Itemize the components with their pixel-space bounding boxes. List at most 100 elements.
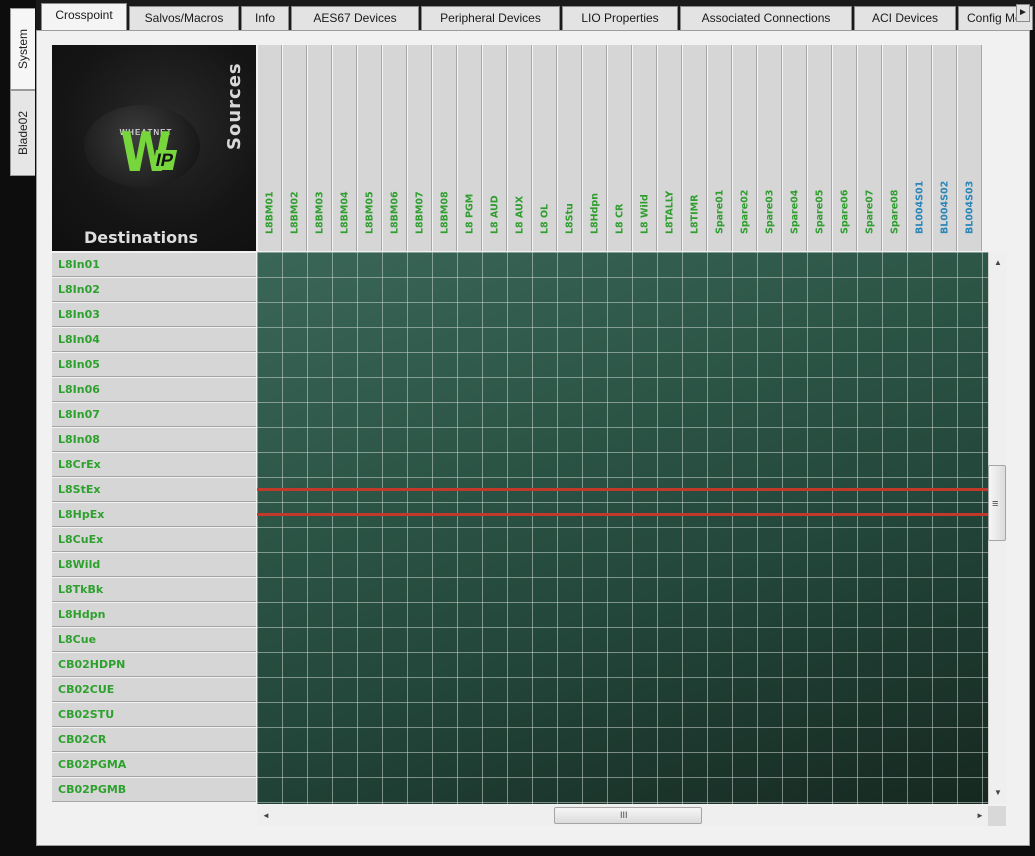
tab-salvos-macros[interactable]: Salvos/Macros [129,6,239,30]
source-column-header[interactable]: L8 AUD [482,45,507,251]
side-tab-system[interactable]: System [10,8,35,90]
source-column-header[interactable]: Spare07 [857,45,882,251]
destination-row-header[interactable]: L8CrEx [52,452,256,477]
tab-lio-properties[interactable]: LIO Properties [562,6,678,30]
destination-row-header[interactable]: L8Hdpn [52,602,256,627]
destination-row-header[interactable]: L8In01 [52,252,256,277]
source-label: L8BM08 [439,191,450,234]
source-column-header[interactable]: Spare01 [707,45,732,251]
source-label: Spare02 [739,189,750,234]
source-label: L8Hdpn [589,193,600,234]
source-column-header[interactable]: L8BM08 [432,45,457,251]
destination-row-header[interactable]: L8In03 [52,302,256,327]
source-label: Spare08 [889,189,900,234]
source-column-header[interactable]: Spare02 [732,45,757,251]
destination-row-header[interactable]: L8TkBk [52,577,256,602]
tab-crosspoint[interactable]: Crosspoint [41,3,127,31]
destination-row-header[interactable]: CB02STU [52,702,256,727]
destination-label: L8Hdpn [58,608,106,621]
destination-row-header[interactable]: CB02PGMA [52,752,256,777]
source-column-header[interactable]: L8BM05 [357,45,382,251]
destination-row-header[interactable]: L8In07 [52,402,256,427]
tab-scroll-right-icon[interactable]: ► [1016,4,1030,22]
source-column-header[interactable]: BL004S03 [957,45,982,251]
side-tab-blade02[interactable]: Blade02 [10,90,35,176]
source-column-header[interactable]: L8 OL [532,45,557,251]
destination-label: L8HpEx [58,508,105,521]
destination-label: CB02CUE [58,683,115,696]
source-label: L8 AUD [489,195,500,234]
source-column-header[interactable]: L8BM06 [382,45,407,251]
destination-row-header[interactable]: L8In06 [52,377,256,402]
source-column-header[interactable]: L8 AUX [507,45,532,251]
source-column-header[interactable]: L8Stu [557,45,582,251]
source-column-header[interactable]: BL004S01 [907,45,932,251]
scroll-corner [988,806,1006,826]
destination-label: CB02CR [58,733,107,746]
source-column-header[interactable]: Spare04 [782,45,807,251]
crosspoint-grid[interactable] [257,252,988,804]
scroll-left-icon[interactable]: ◄ [262,811,270,820]
destination-row-header[interactable]: L8In08 [52,427,256,452]
destination-row-header[interactable]: CB02PGMB [52,777,256,802]
source-label: L8BM03 [314,191,325,234]
destination-row-header[interactable]: L8In05 [52,352,256,377]
tab-label: Peripheral Devices [440,11,541,25]
scroll-up-icon[interactable]: ▲ [994,258,1002,267]
destination-label: CB02PGMB [58,783,127,796]
source-label: L8 OL [539,203,550,234]
source-column-header[interactable]: L8BM04 [332,45,357,251]
tab-label: ACI Devices [871,11,939,25]
destination-row-header[interactable]: CB02CR [52,727,256,752]
destination-label: L8In02 [58,283,100,296]
source-column-header[interactable]: L8TALLY [657,45,682,251]
destination-row-header[interactable]: L8StEx [52,477,256,502]
side-tab-label: Blade02 [16,110,30,156]
source-label: L8BM07 [414,191,425,234]
source-label: L8Stu [564,203,575,234]
destination-row-header[interactable]: L8In02 [52,277,256,302]
destination-row-header[interactable]: CB02CUE [52,677,256,702]
source-label: L8 Wild [639,194,650,234]
source-column-header[interactable]: L8 Wild [632,45,657,251]
source-column-header[interactable]: L8 CR [607,45,632,251]
source-column-header[interactable]: Spare06 [832,45,857,251]
tab-aes67-devices[interactable]: AES67 Devices [291,6,419,30]
scroll-down-glyph: ▼ [994,788,1002,797]
source-label: Spare07 [864,189,875,234]
destination-label: CB02HDPN [58,658,126,671]
destination-row-header[interactable]: CB02HDPN [52,652,256,677]
source-column-header[interactable]: L8BM03 [307,45,332,251]
source-column-header[interactable]: L8BM02 [282,45,307,251]
vertical-grip-icon: ≡ [992,498,998,510]
source-label: BL004S01 [914,180,925,234]
source-column-header[interactable]: L8 PGM [457,45,482,251]
source-label: Spare04 [789,189,800,234]
source-column-header[interactable]: L8Hdpn [582,45,607,251]
grip-glyph: ≡ [992,498,999,510]
source-column-header[interactable]: L8TIMR [682,45,707,251]
destination-row-header[interactable]: L8CuEx [52,527,256,552]
source-column-header[interactable]: Spare03 [757,45,782,251]
horizontal-scroll-thumb[interactable] [554,807,702,824]
scroll-right-icon[interactable]: ► [976,811,984,820]
tab-aci-devices[interactable]: ACI Devices [854,6,956,30]
source-column-header[interactable]: L8BM07 [407,45,432,251]
tab-associated-connections[interactable]: Associated Connections [680,6,852,30]
source-column-header[interactable]: Spare05 [807,45,832,251]
tab-info[interactable]: Info [241,6,289,30]
destination-row-header[interactable]: L8Cue [52,627,256,652]
destination-row-header[interactable]: L8HpEx [52,502,256,527]
scroll-down-icon[interactable]: ▼ [994,788,1002,797]
tab-peripheral-devices[interactable]: Peripheral Devices [421,6,560,30]
destination-row-header[interactable]: L8Wild [52,552,256,577]
destination-row-header[interactable]: L8In04 [52,327,256,352]
grip-glyph: III [620,810,628,820]
logo-ip-mark: IP [151,150,178,170]
source-column-header[interactable]: Spare08 [882,45,907,251]
source-column-header[interactable]: L8BM01 [257,45,282,251]
destination-label: L8Cue [58,633,97,646]
source-column-header[interactable]: BL004S02 [932,45,957,251]
tab-label: Associated Connections [701,11,831,25]
destination-label: CB02PGMA [58,758,127,771]
